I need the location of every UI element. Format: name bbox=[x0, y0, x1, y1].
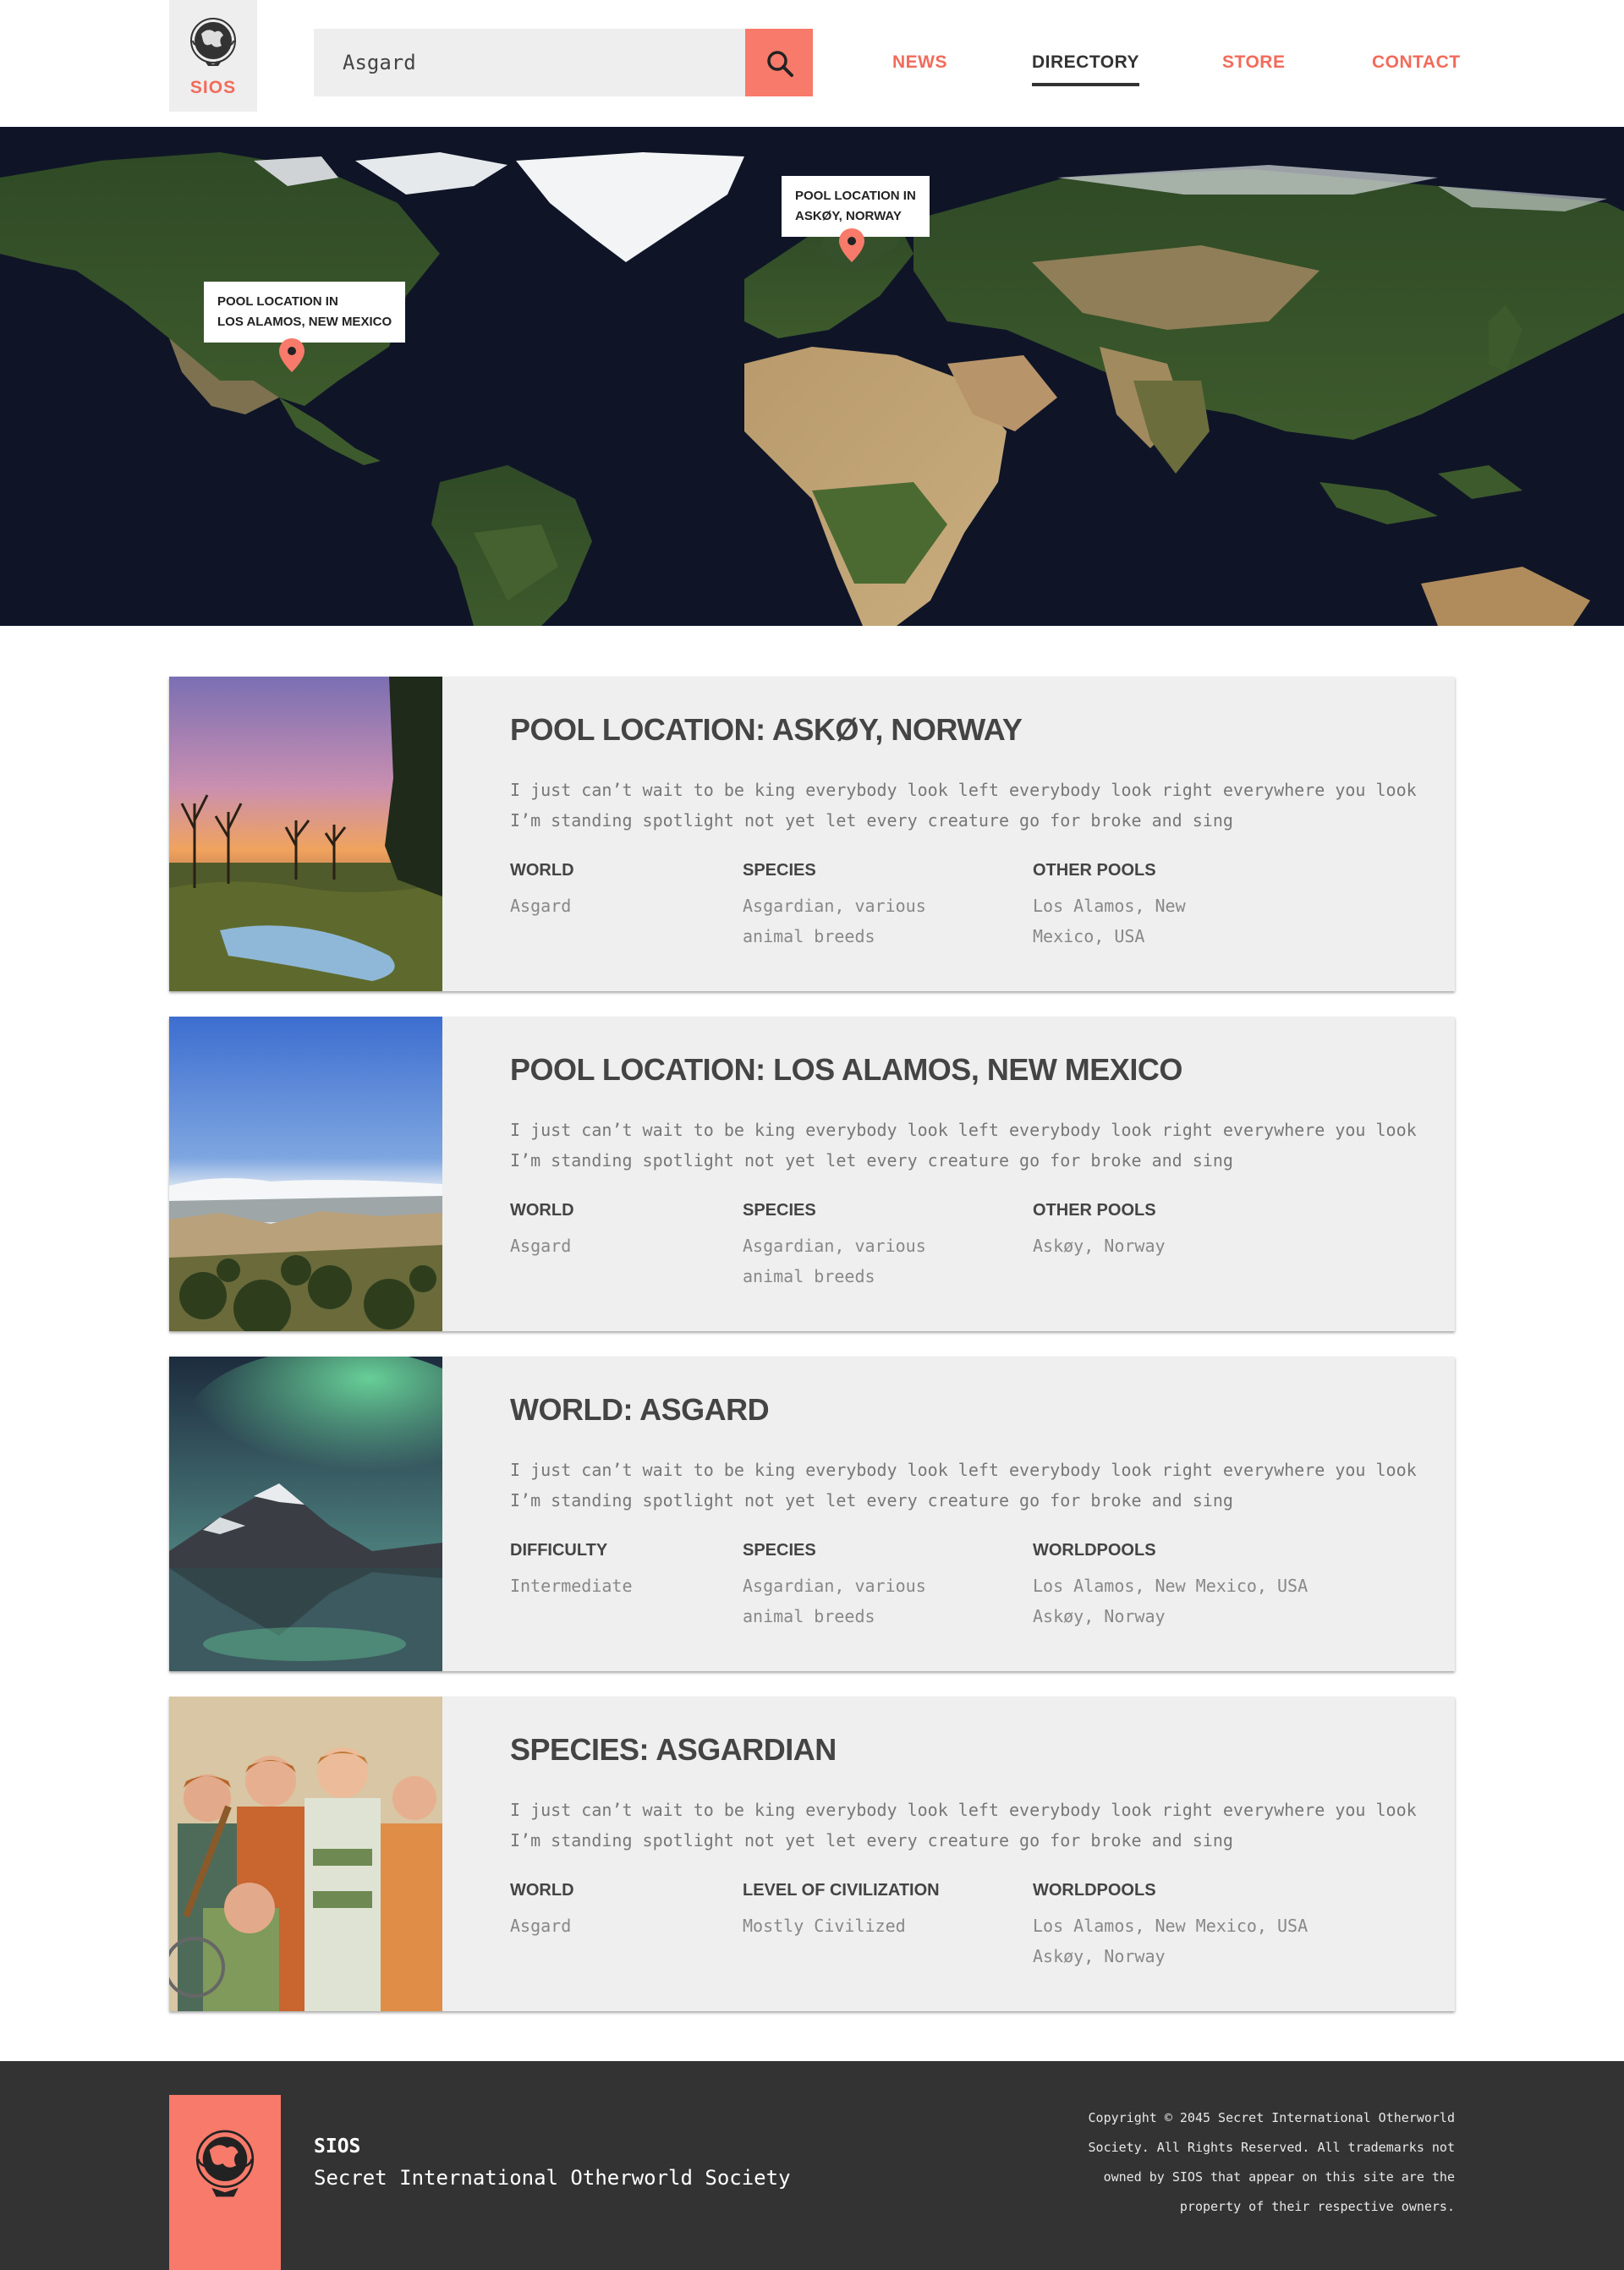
col-value: Asgardian, various animal breeds bbox=[743, 896, 926, 946]
footer-logo[interactable] bbox=[169, 2095, 281, 2270]
col-label: WORLD bbox=[510, 1881, 574, 1900]
nav-news[interactable]: NEWS bbox=[892, 52, 947, 73]
col-label: WORLDPOOLS bbox=[1033, 1881, 1156, 1900]
col-label: OTHER POOLS bbox=[1033, 1201, 1156, 1220]
col-value: Asgardian, various animal breeds bbox=[743, 1236, 926, 1286]
card-image-medieval-painting bbox=[169, 1697, 442, 2011]
col-value: Asgard bbox=[510, 1916, 572, 1936]
card-col-difficulty: DIFFICULTY Intermediate bbox=[510, 1541, 713, 1601]
card-image-aurora-mountain bbox=[169, 1357, 442, 1671]
col-label: WORLD bbox=[510, 1201, 574, 1220]
col-value[interactable]: Los Alamos, New Mexico, USA bbox=[1033, 891, 1253, 951]
col-value[interactable]: Los Alamos, New Mexico, USA Askøy, Norwa… bbox=[1033, 1911, 1371, 1971]
map-pin-icon[interactable] bbox=[837, 227, 866, 264]
footer-copyright: Copyright © 2045 Secret International Ot… bbox=[1088, 2110, 1455, 2214]
map-marker-label-los-alamos[interactable]: POOL LOCATION IN LOS ALAMOS, NEW MEXICO bbox=[204, 282, 406, 343]
card-col-other-pools: OTHER POOLS Askøy, Norway bbox=[1033, 1201, 1253, 1261]
col-label: LEVEL OF CIVILIZATION bbox=[743, 1881, 940, 1900]
col-value: Intermediate bbox=[510, 1576, 633, 1596]
col-label: SPECIES bbox=[743, 1541, 816, 1560]
logo-text: SIOS bbox=[189, 78, 237, 97]
map-pin-icon[interactable] bbox=[277, 337, 306, 374]
map-marker-label-line2: ASKØY, NORWAY bbox=[795, 209, 902, 223]
card-col-other-pools: OTHER POOLS Los Alamos, New Mexico, USA bbox=[1033, 861, 1253, 951]
card-col-species: SPECIES Asgardian, various animal breeds bbox=[743, 1541, 963, 1631]
map-marker-label-line1: POOL LOCATION IN bbox=[217, 294, 338, 309]
card-image-mesa-landscape bbox=[169, 1017, 442, 1331]
map-marker-label-line2: LOS ALAMOS, NEW MEXICO bbox=[217, 315, 392, 329]
card-col-world: WORLD Asgard bbox=[510, 1881, 713, 1941]
card-description: I just can’t wait to be king everybody l… bbox=[510, 1800, 1417, 1851]
result-card[interactable]: POOL LOCATION: ASKØY, NORWAY I just can’… bbox=[169, 677, 1455, 991]
result-card[interactable]: POOL LOCATION: LOS ALAMOS, NEW MEXICO I … bbox=[169, 1017, 1455, 1331]
site-logo[interactable]: SIOS bbox=[169, 0, 257, 112]
col-value: Asgardian, various animal breeds bbox=[743, 1576, 926, 1626]
card-col-world: WORLD Asgard bbox=[510, 861, 713, 921]
site-header: SIOS NEWS DIRECTORY STORE CONTACT bbox=[0, 0, 1624, 127]
globe-logo-icon bbox=[190, 18, 236, 66]
search-button[interactable] bbox=[745, 29, 813, 96]
card-col-worldpools: WORLDPOOLS Los Alamos, New Mexico, USA A… bbox=[1033, 1541, 1371, 1631]
card-col-species: SPECIES Asgardian, various animal breeds bbox=[743, 1201, 963, 1291]
nav-contact[interactable]: CONTACT bbox=[1372, 52, 1461, 73]
result-card[interactable]: SPECIES: ASGARDIAN I just can’t wait to … bbox=[169, 1697, 1455, 2011]
card-title[interactable]: POOL LOCATION: ASKØY, NORWAY bbox=[510, 712, 1023, 748]
card-col-level-of-civilization: LEVEL OF CIVILIZATION Mostly Civilized bbox=[743, 1881, 1013, 1941]
globe-logo-icon bbox=[195, 2130, 255, 2197]
site-footer: SIOS Secret International Otherworld Soc… bbox=[0, 2061, 1624, 2270]
col-label: DIFFICULTY bbox=[510, 1541, 608, 1560]
col-value[interactable]: Los Alamos, New Mexico, USA Askøy, Norwa… bbox=[1033, 1571, 1371, 1631]
card-description: I just can’t wait to be king everybody l… bbox=[510, 1460, 1417, 1511]
search-input[interactable] bbox=[314, 29, 745, 96]
card-description: I just can’t wait to be king everybody l… bbox=[510, 1120, 1417, 1171]
card-col-worldpools: WORLDPOOLS Los Alamos, New Mexico, USA A… bbox=[1033, 1881, 1371, 1971]
col-value[interactable]: Askøy, Norway bbox=[1033, 1231, 1253, 1261]
card-col-world: WORLD Asgard bbox=[510, 1201, 713, 1261]
footer-full-name: Secret International Otherworld Society bbox=[314, 2166, 791, 2190]
col-value: Asgard bbox=[510, 896, 572, 916]
col-value: Asgard bbox=[510, 1236, 572, 1256]
world-map[interactable]: POOL LOCATION IN ASKØY, NORWAY POOL LOCA… bbox=[0, 127, 1624, 626]
col-label: WORLDPOOLS bbox=[1033, 1541, 1156, 1560]
nav-store[interactable]: STORE bbox=[1222, 52, 1285, 73]
nav-directory[interactable]: DIRECTORY bbox=[1032, 52, 1140, 86]
col-label: WORLD bbox=[510, 861, 574, 880]
card-col-species: SPECIES Asgardian, various animal breeds bbox=[743, 861, 963, 951]
search-icon bbox=[767, 51, 793, 77]
card-title[interactable]: SPECIES: ASGARDIAN bbox=[510, 1732, 837, 1768]
map-marker-label-line1: POOL LOCATION IN bbox=[795, 189, 916, 203]
card-description: I just can’t wait to be king everybody l… bbox=[510, 780, 1417, 831]
card-title[interactable]: WORLD: ASGARD bbox=[510, 1392, 770, 1428]
col-value: Mostly Civilized bbox=[743, 1916, 906, 1936]
col-label: SPECIES bbox=[743, 861, 816, 880]
footer-name: SIOS bbox=[314, 2136, 361, 2158]
card-title[interactable]: POOL LOCATION: LOS ALAMOS, NEW MEXICO bbox=[510, 1052, 1182, 1088]
col-label: OTHER POOLS bbox=[1033, 861, 1156, 880]
result-card[interactable]: WORLD: ASGARD I just can’t wait to be ki… bbox=[169, 1357, 1455, 1671]
search-bar bbox=[314, 29, 813, 96]
col-label: SPECIES bbox=[743, 1201, 816, 1220]
card-image-sunset-meadow bbox=[169, 677, 442, 991]
